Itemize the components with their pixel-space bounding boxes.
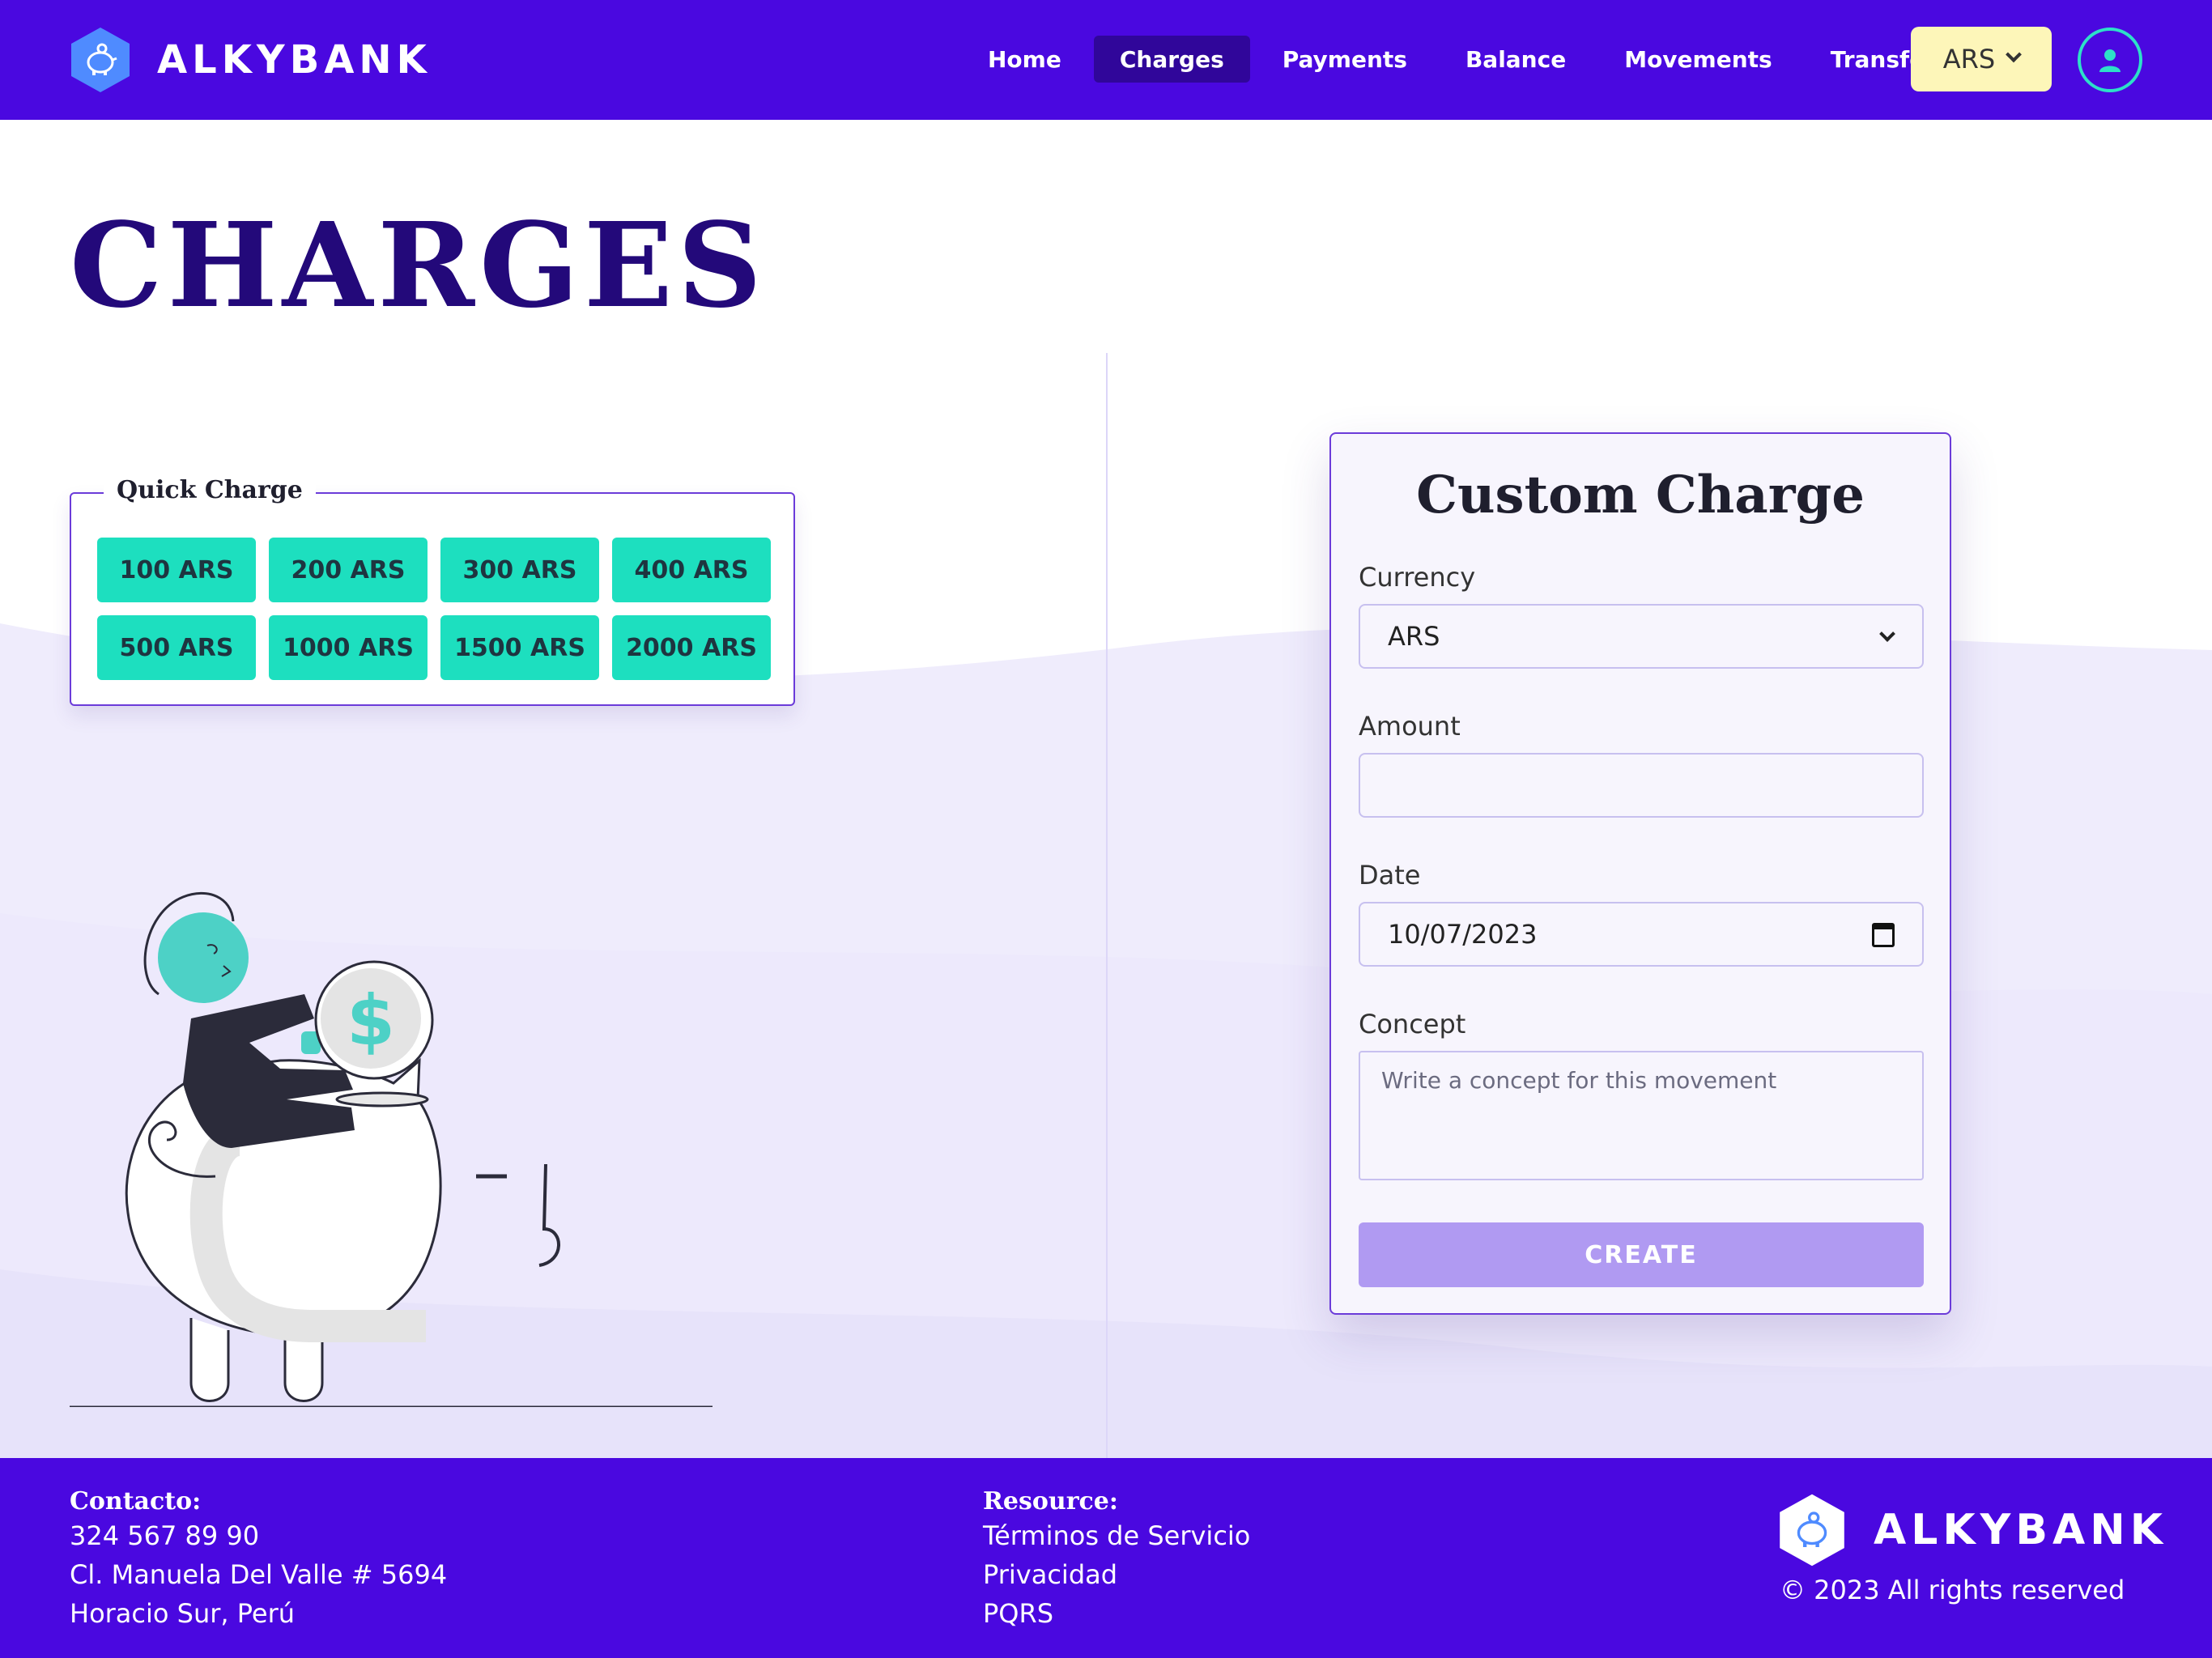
- currency-label: Currency: [1359, 562, 1476, 593]
- contact-city: Horacio Sur, Perú: [70, 1598, 296, 1629]
- pqrs-link[interactable]: PQRS: [983, 1594, 1250, 1633]
- date-input-value: 10/07/2023: [1388, 919, 1538, 950]
- footer-contact: Contacto: 324 567 89 90 Cl. Manuela Del …: [70, 1487, 447, 1633]
- privacy-link[interactable]: Privacidad: [983, 1555, 1250, 1594]
- user-icon: [2099, 49, 2121, 72]
- custom-charge-form: Custom Charge Currency ARS Amount Date 1…: [1329, 432, 1951, 1315]
- top-navbar: ALKYBANK Home Charges Payments Balance M…: [0, 0, 2212, 120]
- quick-charge-1000-button[interactable]: 1000 ARS: [269, 615, 428, 680]
- quick-charge-500-button[interactable]: 500 ARS: [97, 615, 256, 680]
- footer-brand-name: ALKYBANK: [1874, 1506, 2168, 1554]
- currency-dropdown-label: ARS: [1942, 44, 1996, 74]
- main-content: CHARGES Quick Charge 100 ARS 200 ARS 300…: [0, 120, 2212, 1458]
- svg-text:$: $: [347, 980, 395, 1061]
- terms-link[interactable]: Términos de Servicio: [983, 1516, 1250, 1555]
- piggy-bank-illustration: $: [70, 892, 713, 1407]
- quick-charge-grid: 100 ARS 200 ARS 300 ARS 400 ARS 500 ARS …: [97, 538, 771, 680]
- quick-charge-legend: Quick Charge: [104, 476, 316, 504]
- contact-address: Cl. Manuela Del Valle # 5694: [70, 1559, 448, 1590]
- main-nav: Home Charges Payments Balance Movements …: [962, 36, 1968, 83]
- footer: Contacto: 324 567 89 90 Cl. Manuela Del …: [0, 1458, 2212, 1658]
- date-label: Date: [1359, 860, 1421, 891]
- amount-input[interactable]: [1359, 753, 1924, 818]
- quick-charge-2000-button[interactable]: 2000 ARS: [612, 615, 771, 680]
- custom-charge-title: Custom Charge: [1416, 465, 1865, 525]
- concept-textarea[interactable]: Write a concept for this movement: [1359, 1051, 1924, 1180]
- resource-heading: Resource:: [983, 1487, 1118, 1516]
- quick-charge-300-button[interactable]: 300 ARS: [440, 538, 599, 602]
- nav-payments[interactable]: Payments: [1257, 36, 1433, 83]
- copyright: © 2023 All rights reserved: [1780, 1575, 2125, 1605]
- nav-movements[interactable]: Movements: [1598, 36, 1798, 83]
- nav-charges[interactable]: Charges: [1093, 36, 1250, 83]
- currency-select[interactable]: ARS: [1359, 604, 1924, 669]
- quick-charge-100-button[interactable]: 100 ARS: [97, 538, 256, 602]
- vertical-divider: [1106, 353, 1108, 1458]
- quick-charge-1500-button[interactable]: 1500 ARS: [440, 615, 599, 680]
- contact-heading: Contacto:: [70, 1487, 202, 1516]
- chevron-down-icon: [1879, 626, 1895, 642]
- piggy-bank-logo-icon: [70, 26, 131, 94]
- amount-label: Amount: [1359, 711, 1461, 742]
- nav-balance[interactable]: Balance: [1440, 36, 1592, 83]
- date-input[interactable]: 10/07/2023: [1359, 902, 1924, 967]
- create-button[interactable]: CREATE: [1359, 1222, 1924, 1287]
- footer-brand: ALKYBANK: [1778, 1492, 2167, 1568]
- quick-charge-200-button[interactable]: 200 ARS: [269, 538, 428, 602]
- footer-resources: Resource: Términos de Servicio Privacida…: [983, 1487, 1250, 1633]
- currency-dropdown-button[interactable]: ARS: [1911, 27, 2052, 91]
- page-title: CHARGES: [70, 197, 767, 334]
- quick-charge-400-button[interactable]: 400 ARS: [612, 538, 771, 602]
- brand-name: ALKYBANK: [157, 37, 432, 83]
- brand-logo[interactable]: ALKYBANK: [70, 24, 432, 96]
- quick-charge-panel: Quick Charge 100 ARS 200 ARS 300 ARS 400…: [70, 476, 795, 706]
- user-profile-button[interactable]: [2078, 28, 2142, 92]
- currency-select-value: ARS: [1388, 621, 1440, 652]
- piggy-bank-logo-icon: [1780, 1494, 1844, 1567]
- concept-label: Concept: [1359, 1009, 1466, 1039]
- calendar-icon[interactable]: [1872, 923, 1895, 947]
- chevron-down-icon: [2006, 46, 2023, 63]
- contact-phone: 324 567 89 90: [70, 1520, 260, 1551]
- nav-home[interactable]: Home: [962, 36, 1087, 83]
